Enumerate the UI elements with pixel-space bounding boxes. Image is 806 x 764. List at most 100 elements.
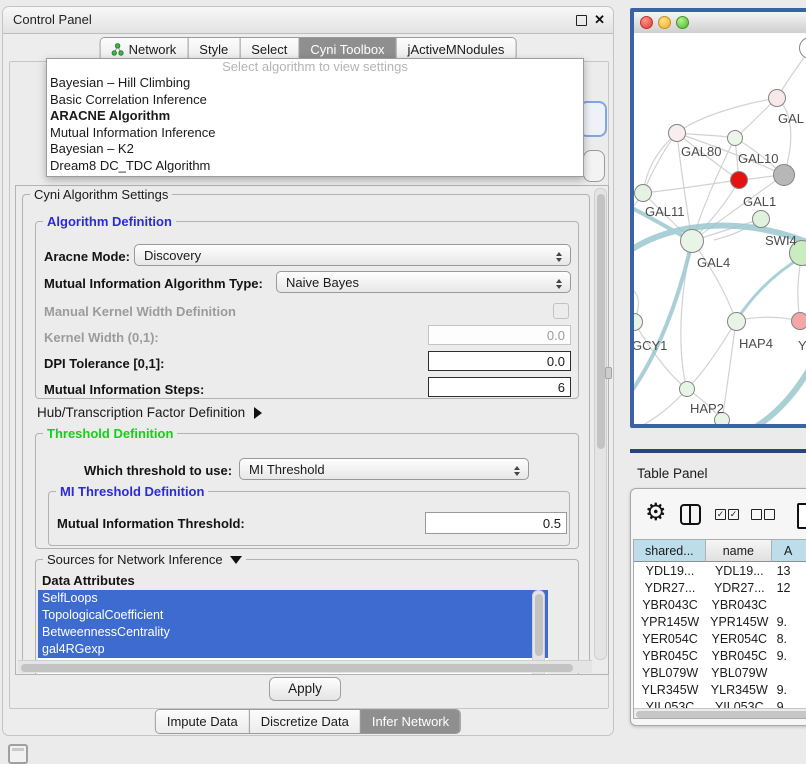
- node-gal[interactable]: [768, 89, 786, 107]
- node-hap4[interactable]: [727, 312, 746, 331]
- node-gal80[interactable]: [668, 124, 686, 142]
- sources-title[interactable]: Sources for Network Inference: [43, 552, 246, 567]
- attribute-item-topologicalcoefficient[interactable]: TopologicalCoefficient: [38, 607, 548, 624]
- network-container-edge: [630, 449, 806, 453]
- node-y[interactable]: [791, 312, 806, 330]
- table-cell: YBL079W: [634, 664, 706, 681]
- node-gal11[interactable]: [634, 184, 652, 202]
- node-hap2[interactable]: [679, 381, 695, 397]
- network-icon: [112, 43, 124, 56]
- table-row[interactable]: YLR345WYLR345W9.: [634, 681, 806, 698]
- node-gal1-green[interactable]: [752, 210, 770, 228]
- deselect-all-icon[interactable]: [764, 509, 775, 520]
- settings-vertical-scrollbar[interactable]: [594, 188, 607, 660]
- table-row[interactable]: YBR043CYBR043C: [634, 596, 806, 613]
- table-cell: YLR345W: [706, 681, 773, 698]
- stepper-arrows-icon: [555, 248, 564, 264]
- table-cell: YDR27...: [634, 579, 706, 596]
- algorithm-definition-group: Algorithm Definition Aracne Mode: Discov…: [35, 221, 579, 399]
- algorithm-option-bayesian-k2[interactable]: Bayesian – K2: [47, 141, 583, 158]
- node-gal10[interactable]: [727, 130, 743, 146]
- which-threshold-label: Which threshold to use:: [84, 463, 232, 478]
- settings-scrollpane: Cyni Algorithm Settings Algorithm Defini…: [15, 185, 609, 675]
- node-gray[interactable]: [773, 164, 795, 186]
- close-icon[interactable]: ✕: [594, 7, 605, 33]
- mi-threshold-label: Mutual Information Threshold:: [57, 516, 245, 531]
- tab-label: Style: [199, 42, 228, 57]
- mi-threshold-field[interactable]: 0.5: [425, 512, 567, 534]
- settings-horizontal-scrollbar[interactable]: [18, 660, 592, 673]
- mi-threshold-definition-group: MI Threshold Definition Mutual Informati…: [48, 491, 570, 546]
- combo-fragment: [583, 150, 605, 182]
- select-all-icon[interactable]: ✓: [715, 509, 726, 520]
- dock-widget-icon[interactable]: [8, 744, 28, 764]
- attribute-item-gal4rgexp[interactable]: gal4RGexp: [38, 641, 548, 658]
- gear-icon[interactable]: ⚙: [645, 498, 667, 528]
- manual-kernel-checkbox[interactable]: [553, 303, 569, 319]
- attribute-item-selfloops[interactable]: SelfLoops: [38, 590, 548, 607]
- select-all-icon[interactable]: ✓: [728, 509, 739, 520]
- table-body: YDL19...YDL19...13YDR27...YDR27...12YBR0…: [634, 562, 806, 715]
- kernel-width-field[interactable]: 0.0: [428, 325, 571, 345]
- split-columns-icon[interactable]: [680, 504, 701, 525]
- cyni-algorithm-settings-group: Cyni Algorithm Settings Algorithm Defini…: [22, 194, 590, 664]
- table-cell: 13: [773, 562, 806, 579]
- algorithm-option-dream8-dc-tdc-algorithm[interactable]: Dream8 DC_TDC Algorithm: [47, 158, 583, 175]
- algorithm-option-basic-correlation-inference[interactable]: Basic Correlation Inference: [47, 92, 583, 109]
- which-threshold-value: MI Threshold: [249, 462, 325, 477]
- tab-label: Cyni Toolbox: [310, 42, 384, 57]
- table-cell: YBL079W: [706, 664, 773, 681]
- column-header-a[interactable]: A: [772, 540, 806, 562]
- aracne-mode-label: Aracne Mode:: [44, 249, 130, 264]
- mi-steps-label: Mutual Information Steps:: [44, 382, 204, 397]
- apply-button[interactable]: Apply: [269, 677, 341, 701]
- aracne-mode-select[interactable]: Discovery: [134, 244, 571, 266]
- stepper-arrows-icon: [555, 275, 564, 291]
- close-traffic-light-icon[interactable]: [640, 16, 653, 29]
- zoom-traffic-light-icon[interactable]: [676, 16, 689, 29]
- table-row[interactable]: YER054CYER054C8.: [634, 630, 806, 647]
- table-row[interactable]: YPR145WYPR145W9.: [634, 613, 806, 630]
- network-canvas[interactable]: GALGAL80GAL10GAL1GAL11SWI4GAL4GCY1HAP4YH…: [634, 33, 806, 424]
- deselect-all-icon[interactable]: [751, 509, 762, 520]
- mi-steps-field[interactable]: 6: [428, 377, 571, 397]
- tab-impute-data[interactable]: Impute Data: [156, 710, 249, 733]
- table-row[interactable]: YBL079WYBL079W: [634, 664, 806, 681]
- table-row[interactable]: YBR045CYBR045C9.: [634, 647, 806, 664]
- table-row[interactable]: YDR27...YDR27...12: [634, 579, 806, 596]
- column-header-shared[interactable]: shared...: [634, 540, 706, 562]
- float-icon[interactable]: [576, 15, 587, 26]
- panel-splitter-handle[interactable]: [605, 367, 612, 379]
- mi-type-label: Mutual Information Algorithm Type:: [44, 276, 263, 291]
- node-label-gcy1: GCY1: [634, 338, 667, 353]
- expand-triangle-icon: [254, 407, 262, 419]
- table-row[interactable]: YDL19...YDL19...13: [634, 562, 806, 579]
- hub-section-toggle[interactable]: Hub/Transcription Factor Definition: [37, 405, 262, 420]
- mi-type-select[interactable]: Naive Bayes: [276, 271, 571, 293]
- algorithm-option-aracne-algorithm[interactable]: ARACNE Algorithm: [47, 108, 583, 125]
- node-gal4[interactable]: [680, 229, 704, 253]
- table-cell: YBR045C: [634, 647, 706, 664]
- data-attributes-label: Data Attributes: [42, 573, 135, 588]
- dpi-tolerance-field[interactable]: 0.0: [428, 351, 571, 371]
- hub-section-label: Hub/Transcription Factor Definition: [37, 405, 245, 420]
- algorithm-dropdown-popup: Select algorithm to view settings Bayesi…: [46, 58, 584, 177]
- node-gal1-red[interactable]: [730, 171, 748, 189]
- algorithm-option-mutual-information-inference[interactable]: Mutual Information Inference: [47, 125, 583, 142]
- table-header-row: shared...nameA: [634, 540, 806, 562]
- attribute-item-betweennesscentrality[interactable]: BetweennessCentrality: [38, 624, 548, 641]
- which-threshold-select[interactable]: MI Threshold: [239, 458, 529, 480]
- page-icon[interactable]: [797, 503, 806, 529]
- tab-label: Select: [251, 42, 287, 57]
- tab-infer-network[interactable]: Infer Network: [360, 710, 460, 733]
- table-horizontal-scrollbar[interactable]: [634, 708, 806, 719]
- column-header-name[interactable]: name: [706, 540, 772, 562]
- algorithm-list: Bayesian – Hill ClimbingBasic Correlatio…: [47, 75, 583, 175]
- tab-discretize-data[interactable]: Discretize Data: [249, 710, 360, 733]
- minimize-traffic-light-icon[interactable]: [658, 16, 671, 29]
- algorithm-option-bayesian-hill-climbing[interactable]: Bayesian – Hill Climbing: [47, 75, 583, 92]
- sources-group: Sources for Network Inference Data Attri…: [35, 559, 579, 675]
- tab-label: Network: [129, 42, 177, 57]
- node-label-hap2: HAP2: [690, 401, 724, 416]
- table-cell: YDL19...: [634, 562, 706, 579]
